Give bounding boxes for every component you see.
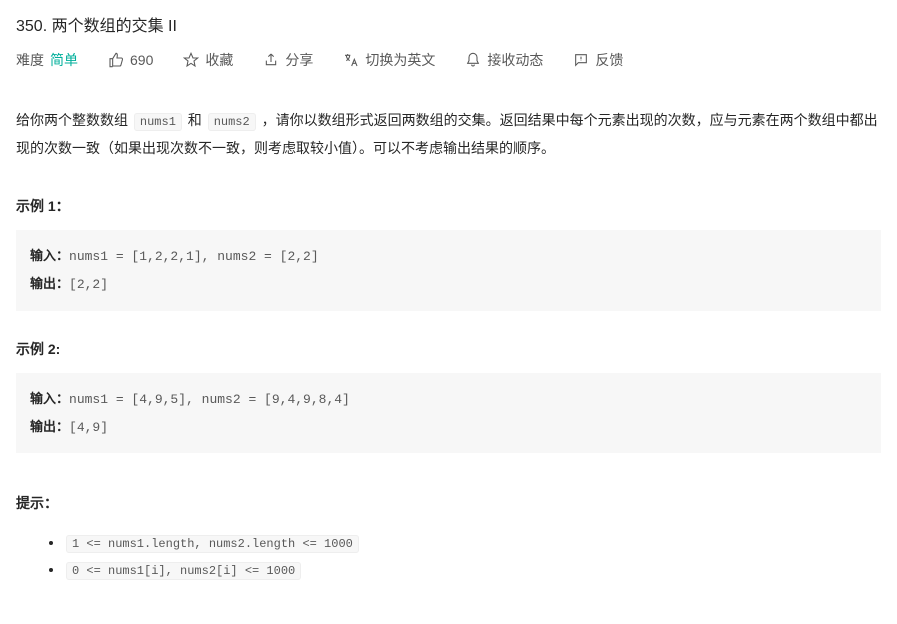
hints-list: 1 <= nums1.length, nums2.length <= 1000 …	[16, 529, 881, 583]
code-inline-nums1: nums1	[134, 113, 182, 131]
difficulty-value: 简单	[50, 50, 78, 70]
share-icon	[263, 52, 279, 68]
favorite-label: 收藏	[205, 50, 233, 70]
example-block: 输入：nums1 = [4,9,5], nums2 = [9,4,9,8,4] …	[16, 373, 881, 454]
desc-text: 和	[184, 112, 206, 128]
code-inline-nums2: nums2	[208, 113, 256, 131]
translate-icon	[343, 52, 359, 68]
share-button[interactable]: 分享	[263, 50, 313, 70]
example-head: 示例 2:	[16, 339, 881, 359]
list-item: 0 <= nums1[i], nums2[i] <= 1000	[64, 556, 881, 583]
difficulty-label: 难度	[16, 50, 44, 70]
example-2: 示例 2: 输入：nums1 = [4,9,5], nums2 = [9,4,9…	[16, 339, 881, 454]
example-block: 输入：nums1 = [1,2,2,1], nums2 = [2,2] 输出：[…	[16, 230, 881, 311]
subscribe-label: 接收动态	[487, 50, 543, 70]
meta-row: 难度 简单 690 收藏 分享 切换为英文 接收动态 反馈	[16, 50, 881, 70]
input-label: 输入：	[30, 391, 69, 406]
output-value: [4,9]	[69, 420, 108, 435]
feedback-label: 反馈	[595, 50, 623, 70]
hints-head: 提示：	[16, 493, 881, 513]
subscribe-button[interactable]: 接收动态	[465, 50, 543, 70]
constraint: 0 <= nums1[i], nums2[i] <= 1000	[66, 562, 301, 580]
input-value: nums1 = [1,2,2,1], nums2 = [2,2]	[69, 249, 319, 264]
constraint: 1 <= nums1.length, nums2.length <= 1000	[66, 535, 359, 553]
hints-section: 提示： 1 <= nums1.length, nums2.length <= 1…	[16, 493, 881, 583]
example-head: 示例 1：	[16, 196, 881, 216]
thumbs-up-icon	[108, 52, 124, 68]
switch-lang-button[interactable]: 切换为英文	[343, 50, 435, 70]
problem-description: 给你两个整数数组 nums1 和 nums2 ，请你以数组形式返回两数组的交集。…	[16, 106, 881, 162]
input-value: nums1 = [4,9,5], nums2 = [9,4,9,8,4]	[69, 392, 350, 407]
example-1: 示例 1： 输入：nums1 = [1,2,2,1], nums2 = [2,2…	[16, 196, 881, 311]
output-label: 输出：	[30, 419, 69, 434]
switch-lang-label: 切换为英文	[365, 50, 435, 70]
output-label: 输出：	[30, 276, 69, 291]
bell-icon	[465, 52, 481, 68]
like-count: 690	[130, 52, 153, 68]
feedback-button[interactable]: 反馈	[573, 50, 623, 70]
output-value: [2,2]	[69, 277, 108, 292]
share-label: 分享	[285, 50, 313, 70]
desc-text: 给你两个整数数组	[16, 112, 132, 128]
input-label: 输入：	[30, 248, 69, 263]
feedback-icon	[573, 52, 589, 68]
favorite-button[interactable]: 收藏	[183, 50, 233, 70]
like-button[interactable]: 690	[108, 52, 153, 68]
list-item: 1 <= nums1.length, nums2.length <= 1000	[64, 529, 881, 556]
star-icon	[183, 52, 199, 68]
problem-title: 350. 两个数组的交集 II	[16, 12, 881, 36]
difficulty: 难度 简单	[16, 50, 78, 70]
